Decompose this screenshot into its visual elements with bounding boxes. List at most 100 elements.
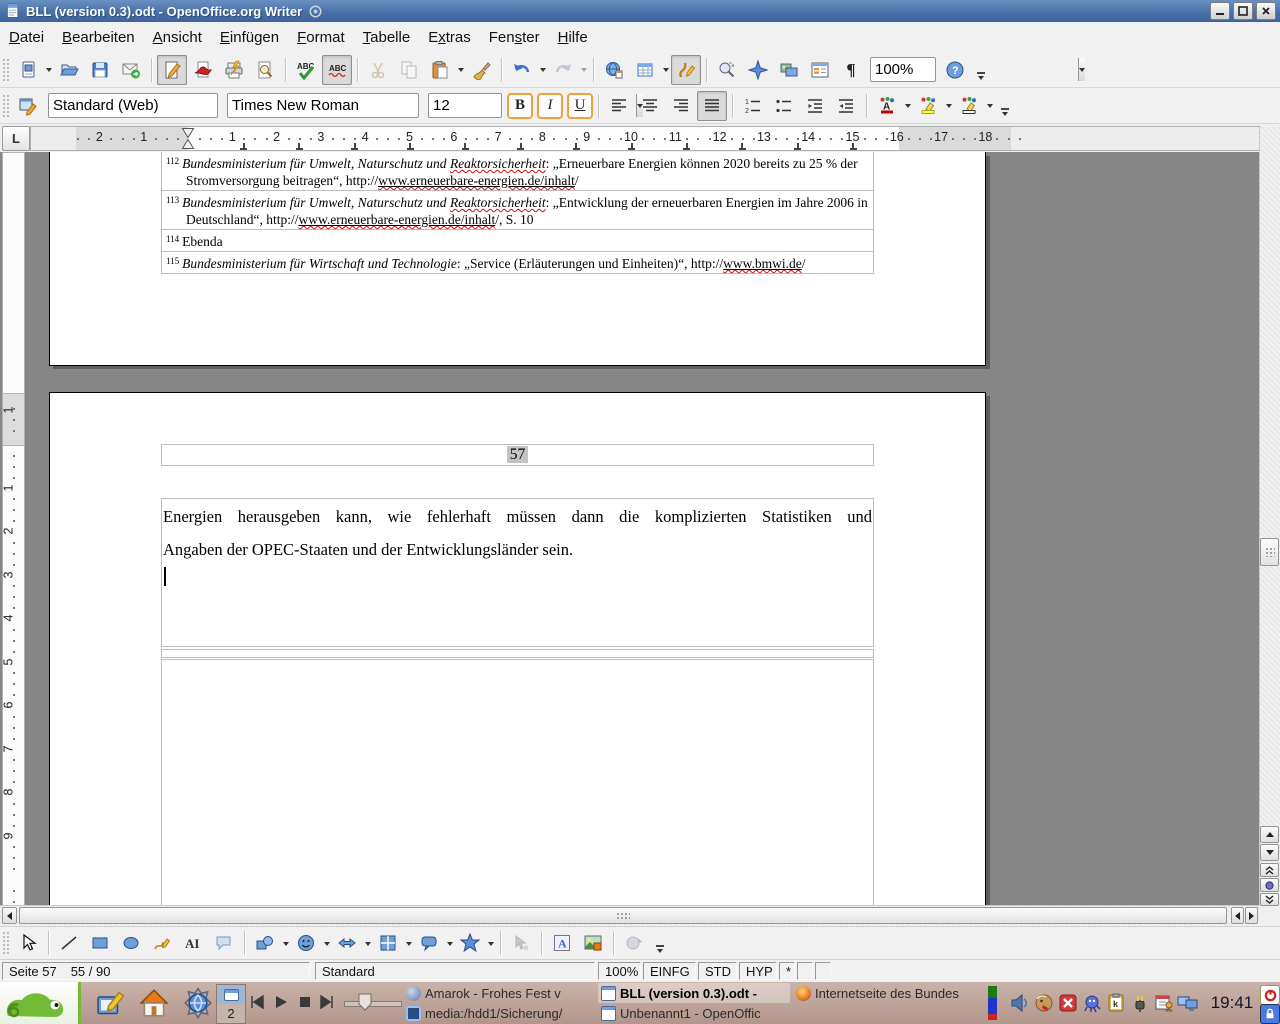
system-load-applet[interactable] <box>988 986 997 1020</box>
volume-tray-icon[interactable] <box>1008 991 1032 1015</box>
decrease-indent-button[interactable] <box>800 91 830 121</box>
vertical-ruler[interactable]: 1123456789 <box>2 152 25 905</box>
align-center-button[interactable] <box>635 91 665 121</box>
scroll-right-step-button[interactable] <box>1245 907 1258 924</box>
freeform-line-button[interactable] <box>147 928 177 958</box>
fontwork-button[interactable]: A <box>547 928 577 958</box>
block-arrows-button[interactable] <box>332 928 362 958</box>
navigation-button[interactable] <box>1260 878 1279 892</box>
maximize-button[interactable] <box>1233 2 1253 20</box>
blue-creature-tray-icon[interactable] <box>1080 991 1104 1015</box>
redo-button[interactable] <box>548 55 578 85</box>
toolbar-handle[interactable] <box>2 58 9 82</box>
open-button[interactable] <box>54 55 84 85</box>
pager-desktop-1[interactable] <box>217 985 245 1004</box>
rectangle-button[interactable] <box>85 928 115 958</box>
taskbar-window-monitor[interactable]: media:/hdd1/Sicherung/ <box>403 1003 595 1023</box>
page-number-field[interactable]: 57 <box>507 446 529 463</box>
body-text-frame[interactable]: Energien herausgeben kann, wie fehlerhaf… <box>161 498 874 647</box>
status-insert-mode-cell[interactable]: EINFG <box>643 962 696 980</box>
vertical-scrollbar[interactable] <box>1259 127 1280 905</box>
navigator-button[interactable] <box>743 55 773 85</box>
media-play-button[interactable] <box>270 990 292 1014</box>
text-box-button[interactable]: AI <box>178 928 208 958</box>
media-slider-handle[interactable] <box>358 993 372 1011</box>
insert-picture-button[interactable] <box>578 928 608 958</box>
align-right-button[interactable] <box>666 91 696 121</box>
send-email-button[interactable] <box>116 55 146 85</box>
indent-marker[interactable] <box>181 127 195 150</box>
start-menu-button[interactable] <box>0 982 81 1024</box>
callout-button[interactable] <box>209 928 239 958</box>
taskbar-window-writer[interactable]: Unbenannt1 - OpenOffic <box>598 1003 790 1023</box>
highlighting-button[interactable] <box>913 91 943 121</box>
extrusion-button[interactable] <box>619 928 649 958</box>
vertical-scrollbar-thumb[interactable] <box>1260 538 1279 566</box>
power-plug-tray-icon[interactable] <box>1128 991 1152 1015</box>
edit-file-button[interactable] <box>157 55 187 85</box>
undo-dropdown[interactable] <box>538 57 547 83</box>
home-folder-launcher[interactable] <box>136 985 172 1021</box>
horizontal-ruler[interactable]: 21123456789101112131415161718 <box>30 126 1260 151</box>
menu-einfügen[interactable]: Einfügen <box>211 25 288 50</box>
align-left-button[interactable] <box>604 91 634 121</box>
italic-button[interactable]: I <box>537 93 563 119</box>
new-document-button[interactable] <box>13 55 43 85</box>
menu-tabelle[interactable]: Tabelle <box>354 25 420 50</box>
media-previous-button[interactable] <box>246 990 268 1014</box>
font-color-dropdown[interactable] <box>903 93 912 119</box>
align-justify-button[interactable] <box>697 91 727 121</box>
status-hyperlink-mode-cell[interactable]: HYP <box>739 962 777 980</box>
close-button[interactable] <box>1256 2 1276 20</box>
stars-dropdown[interactable] <box>486 930 495 956</box>
status-modified-cell[interactable]: * <box>779 962 795 980</box>
taskbar-window-writer[interactable]: BLL (version 0.3).odt - <box>598 983 790 1003</box>
format-paintbrush-button[interactable] <box>466 55 496 85</box>
footnote-113[interactable]: 113Bundesministerium für Umwelt, Natursc… <box>162 191 873 230</box>
footnote-115[interactable]: 115Bundesministerium für Wirtschaft und … <box>162 252 873 273</box>
status-page-cell[interactable]: Seite 57 55 / 90 <box>2 962 310 980</box>
basic-shapes-button[interactable] <box>250 928 280 958</box>
minimize-button[interactable] <box>1210 2 1230 20</box>
toolbar-overflow-button[interactable] <box>975 57 987 83</box>
background-color-dropdown[interactable] <box>985 93 994 119</box>
dual-display-tray-icon[interactable] <box>1176 991 1200 1015</box>
page-2[interactable]: 57 Energien herausgeben kann, wie fehler… <box>49 392 986 905</box>
new-document-dropdown[interactable] <box>44 57 53 83</box>
symbol-shapes-button[interactable] <box>291 928 321 958</box>
taskbar-window-firefox[interactable]: Internetseite des Bundes <box>793 983 985 1003</box>
tab-type-selector[interactable]: L <box>2 126 30 151</box>
draw-functions-button[interactable] <box>671 55 701 85</box>
copy-button[interactable] <box>394 55 424 85</box>
logout-button[interactable] <box>1260 985 1280 1005</box>
scroll-down-step-button[interactable] <box>1260 844 1279 861</box>
paste-button[interactable] <box>425 55 455 85</box>
menu-ansicht[interactable]: Ansicht <box>144 25 211 50</box>
close-red-tray-icon[interactable] <box>1056 991 1080 1015</box>
hyperlink-button[interactable] <box>599 55 629 85</box>
klipper-tray-icon[interactable]: k <box>1104 991 1128 1015</box>
toolbar-overflow-button[interactable] <box>999 93 1011 119</box>
basic-shapes-dropdown[interactable] <box>281 930 290 956</box>
horizontal-scrollbar-thumb[interactable] <box>19 907 1227 924</box>
paste-dropdown[interactable] <box>456 57 465 83</box>
scroll-up-step-button[interactable] <box>1260 826 1279 843</box>
font-size-combo[interactable] <box>428 93 502 118</box>
find-replace-button[interactable] <box>712 55 742 85</box>
media-position-slider[interactable] <box>344 1001 402 1007</box>
note-editor-launcher[interactable] <box>92 985 128 1021</box>
font-name-combo[interactable] <box>227 93 419 118</box>
desktop-pager[interactable]: 2 <box>216 984 246 1024</box>
footnote-table[interactable]: 112Bundesministerium für Umwelt, Natursc… <box>161 152 874 274</box>
highlighting-dropdown[interactable] <box>944 93 953 119</box>
titlebar[interactable]: BLL (version 0.3).odt - OpenOffice.org W… <box>0 0 1280 22</box>
zoom-combo-arrow[interactable] <box>1078 58 1085 81</box>
panel-clock[interactable]: 19:41 <box>1206 982 1258 1024</box>
previous-page-button[interactable] <box>1260 863 1279 877</box>
pager-desktop-2[interactable]: 2 <box>217 1004 245 1023</box>
bold-button[interactable]: B <box>507 93 533 119</box>
insert-table-button[interactable] <box>630 55 660 85</box>
toolbar-handle[interactable] <box>2 931 9 955</box>
bullet-list-button[interactable] <box>769 91 799 121</box>
increase-indent-button[interactable] <box>831 91 861 121</box>
